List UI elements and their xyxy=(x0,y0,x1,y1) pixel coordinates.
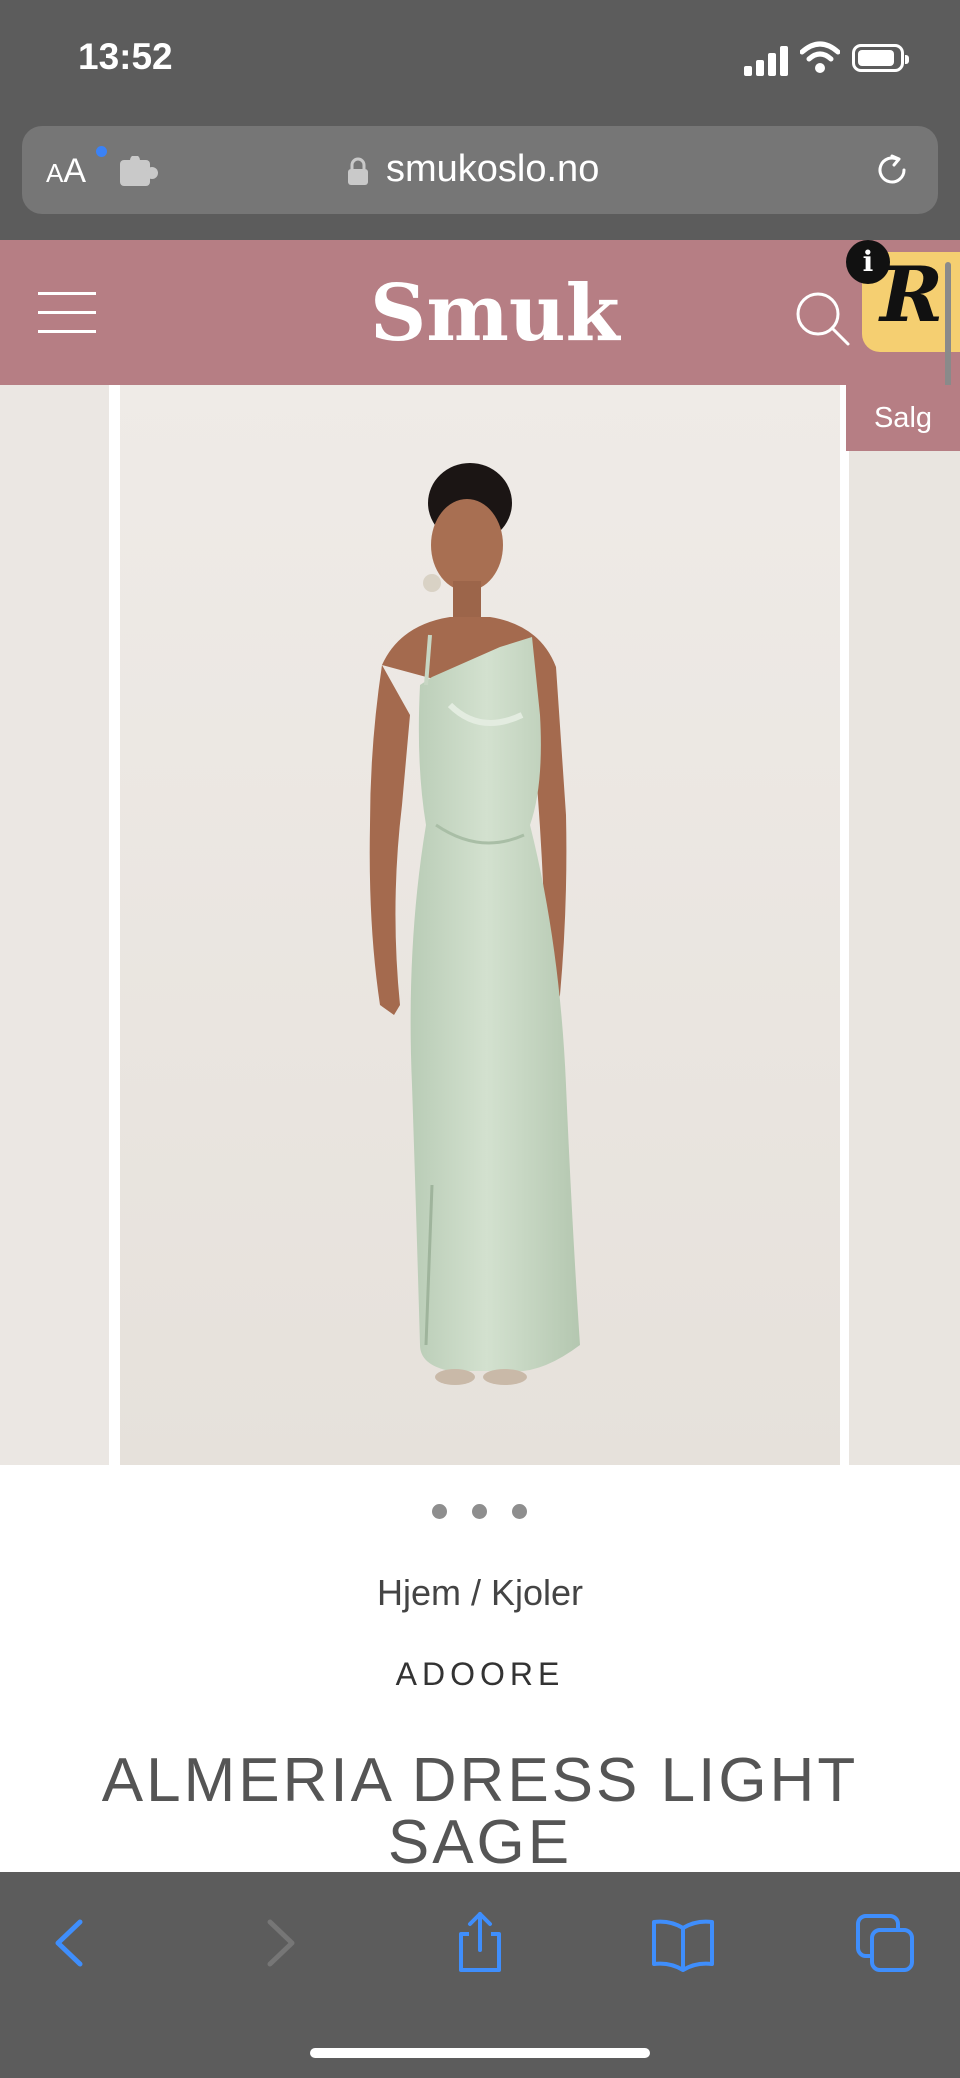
text-size-button[interactable]: AA xyxy=(46,152,86,191)
url-text: smukoslo.no xyxy=(386,148,600,190)
home-indicator[interactable] xyxy=(310,2048,650,2058)
share-icon[interactable] xyxy=(445,1908,515,1978)
carousel-dot[interactable] xyxy=(512,1504,527,1519)
status-bar: 13:52 xyxy=(0,0,960,124)
status-time: 13:52 xyxy=(78,36,173,77)
carousel-dot[interactable] xyxy=(472,1504,487,1519)
bookmarks-icon[interactable] xyxy=(648,1908,718,1978)
back-icon[interactable] xyxy=(36,1908,106,1978)
wifi-icon xyxy=(800,41,840,73)
forward-icon[interactable] xyxy=(244,1908,314,1978)
sale-badge: Salg xyxy=(846,385,960,451)
notification-dot xyxy=(96,146,107,157)
browser-address-area: AA smukoslo.no xyxy=(0,124,960,240)
carousel-dot[interactable] xyxy=(432,1504,447,1519)
product-image[interactable] xyxy=(120,385,840,1465)
breadcrumb[interactable]: Hjem / Kjoler xyxy=(0,1572,960,1614)
browser-toolbar xyxy=(0,1872,960,2078)
site-header: Smuk R i xyxy=(0,240,960,385)
extension-puzzle-icon[interactable] xyxy=(118,156,160,188)
lock-icon xyxy=(348,157,368,185)
site-logo[interactable]: Smuk xyxy=(370,268,620,359)
cellular-signal-icon xyxy=(744,44,790,76)
product-title: ALMERIA DRESS LIGHT SAGE xyxy=(101,1745,859,1877)
previous-slide[interactable] xyxy=(0,385,109,1465)
next-slide[interactable] xyxy=(849,385,960,1465)
battery-icon xyxy=(852,44,909,72)
tabs-icon[interactable] xyxy=(852,1908,922,1978)
carousel-dots xyxy=(430,1504,530,1520)
search-icon[interactable] xyxy=(792,288,852,348)
reload-icon[interactable] xyxy=(872,150,912,190)
info-icon[interactable]: i xyxy=(846,240,890,284)
product-gallery[interactable]: Salg xyxy=(0,385,960,1465)
dress-model-illustration xyxy=(120,385,840,1465)
hamburger-menu-icon[interactable] xyxy=(38,292,96,334)
product-brand[interactable]: ADOORE xyxy=(0,1656,960,1693)
address-bar[interactable]: AA smukoslo.no xyxy=(22,126,938,214)
